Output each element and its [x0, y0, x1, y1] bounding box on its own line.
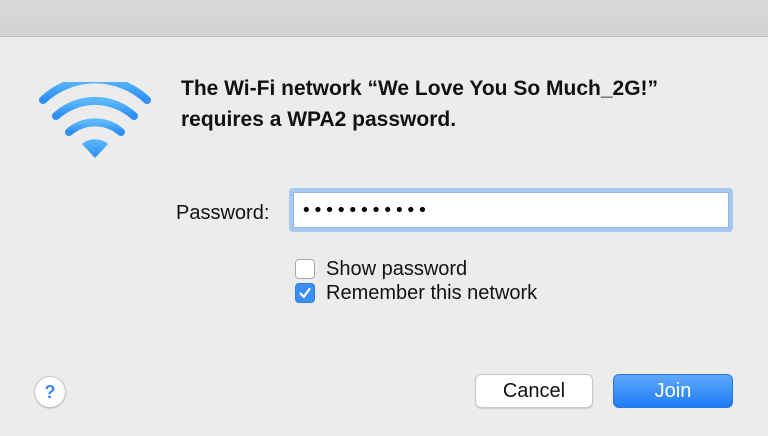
show-password-label[interactable]: Show password: [326, 258, 467, 281]
dialog-message: The Wi-Fi network “We Love You So Much_2…: [181, 73, 741, 135]
join-button[interactable]: Join: [613, 374, 733, 408]
remember-network-checkbox[interactable]: [295, 283, 315, 303]
password-label: Password:: [176, 202, 270, 224]
cancel-button[interactable]: Cancel: [475, 374, 593, 408]
checkmark-icon: [299, 287, 311, 298]
remember-network-label[interactable]: Remember this network: [326, 282, 537, 305]
show-password-checkbox[interactable]: [295, 259, 315, 279]
wifi-icon: [39, 82, 151, 158]
wifi-password-dialog: The Wi-Fi network “We Love You So Much_2…: [0, 37, 768, 436]
message-line-1: The Wi-Fi network “We Love You So Much_2…: [181, 77, 659, 100]
password-field-frame[interactable]: [289, 188, 733, 232]
window-title-bar[interactable]: [0, 0, 768, 37]
password-input[interactable]: [301, 196, 721, 224]
help-button[interactable]: ?: [34, 376, 66, 408]
remember-network-option[interactable]: Remember this network: [295, 279, 537, 307]
message-line-2: requires a WPA2 password.: [181, 108, 457, 131]
